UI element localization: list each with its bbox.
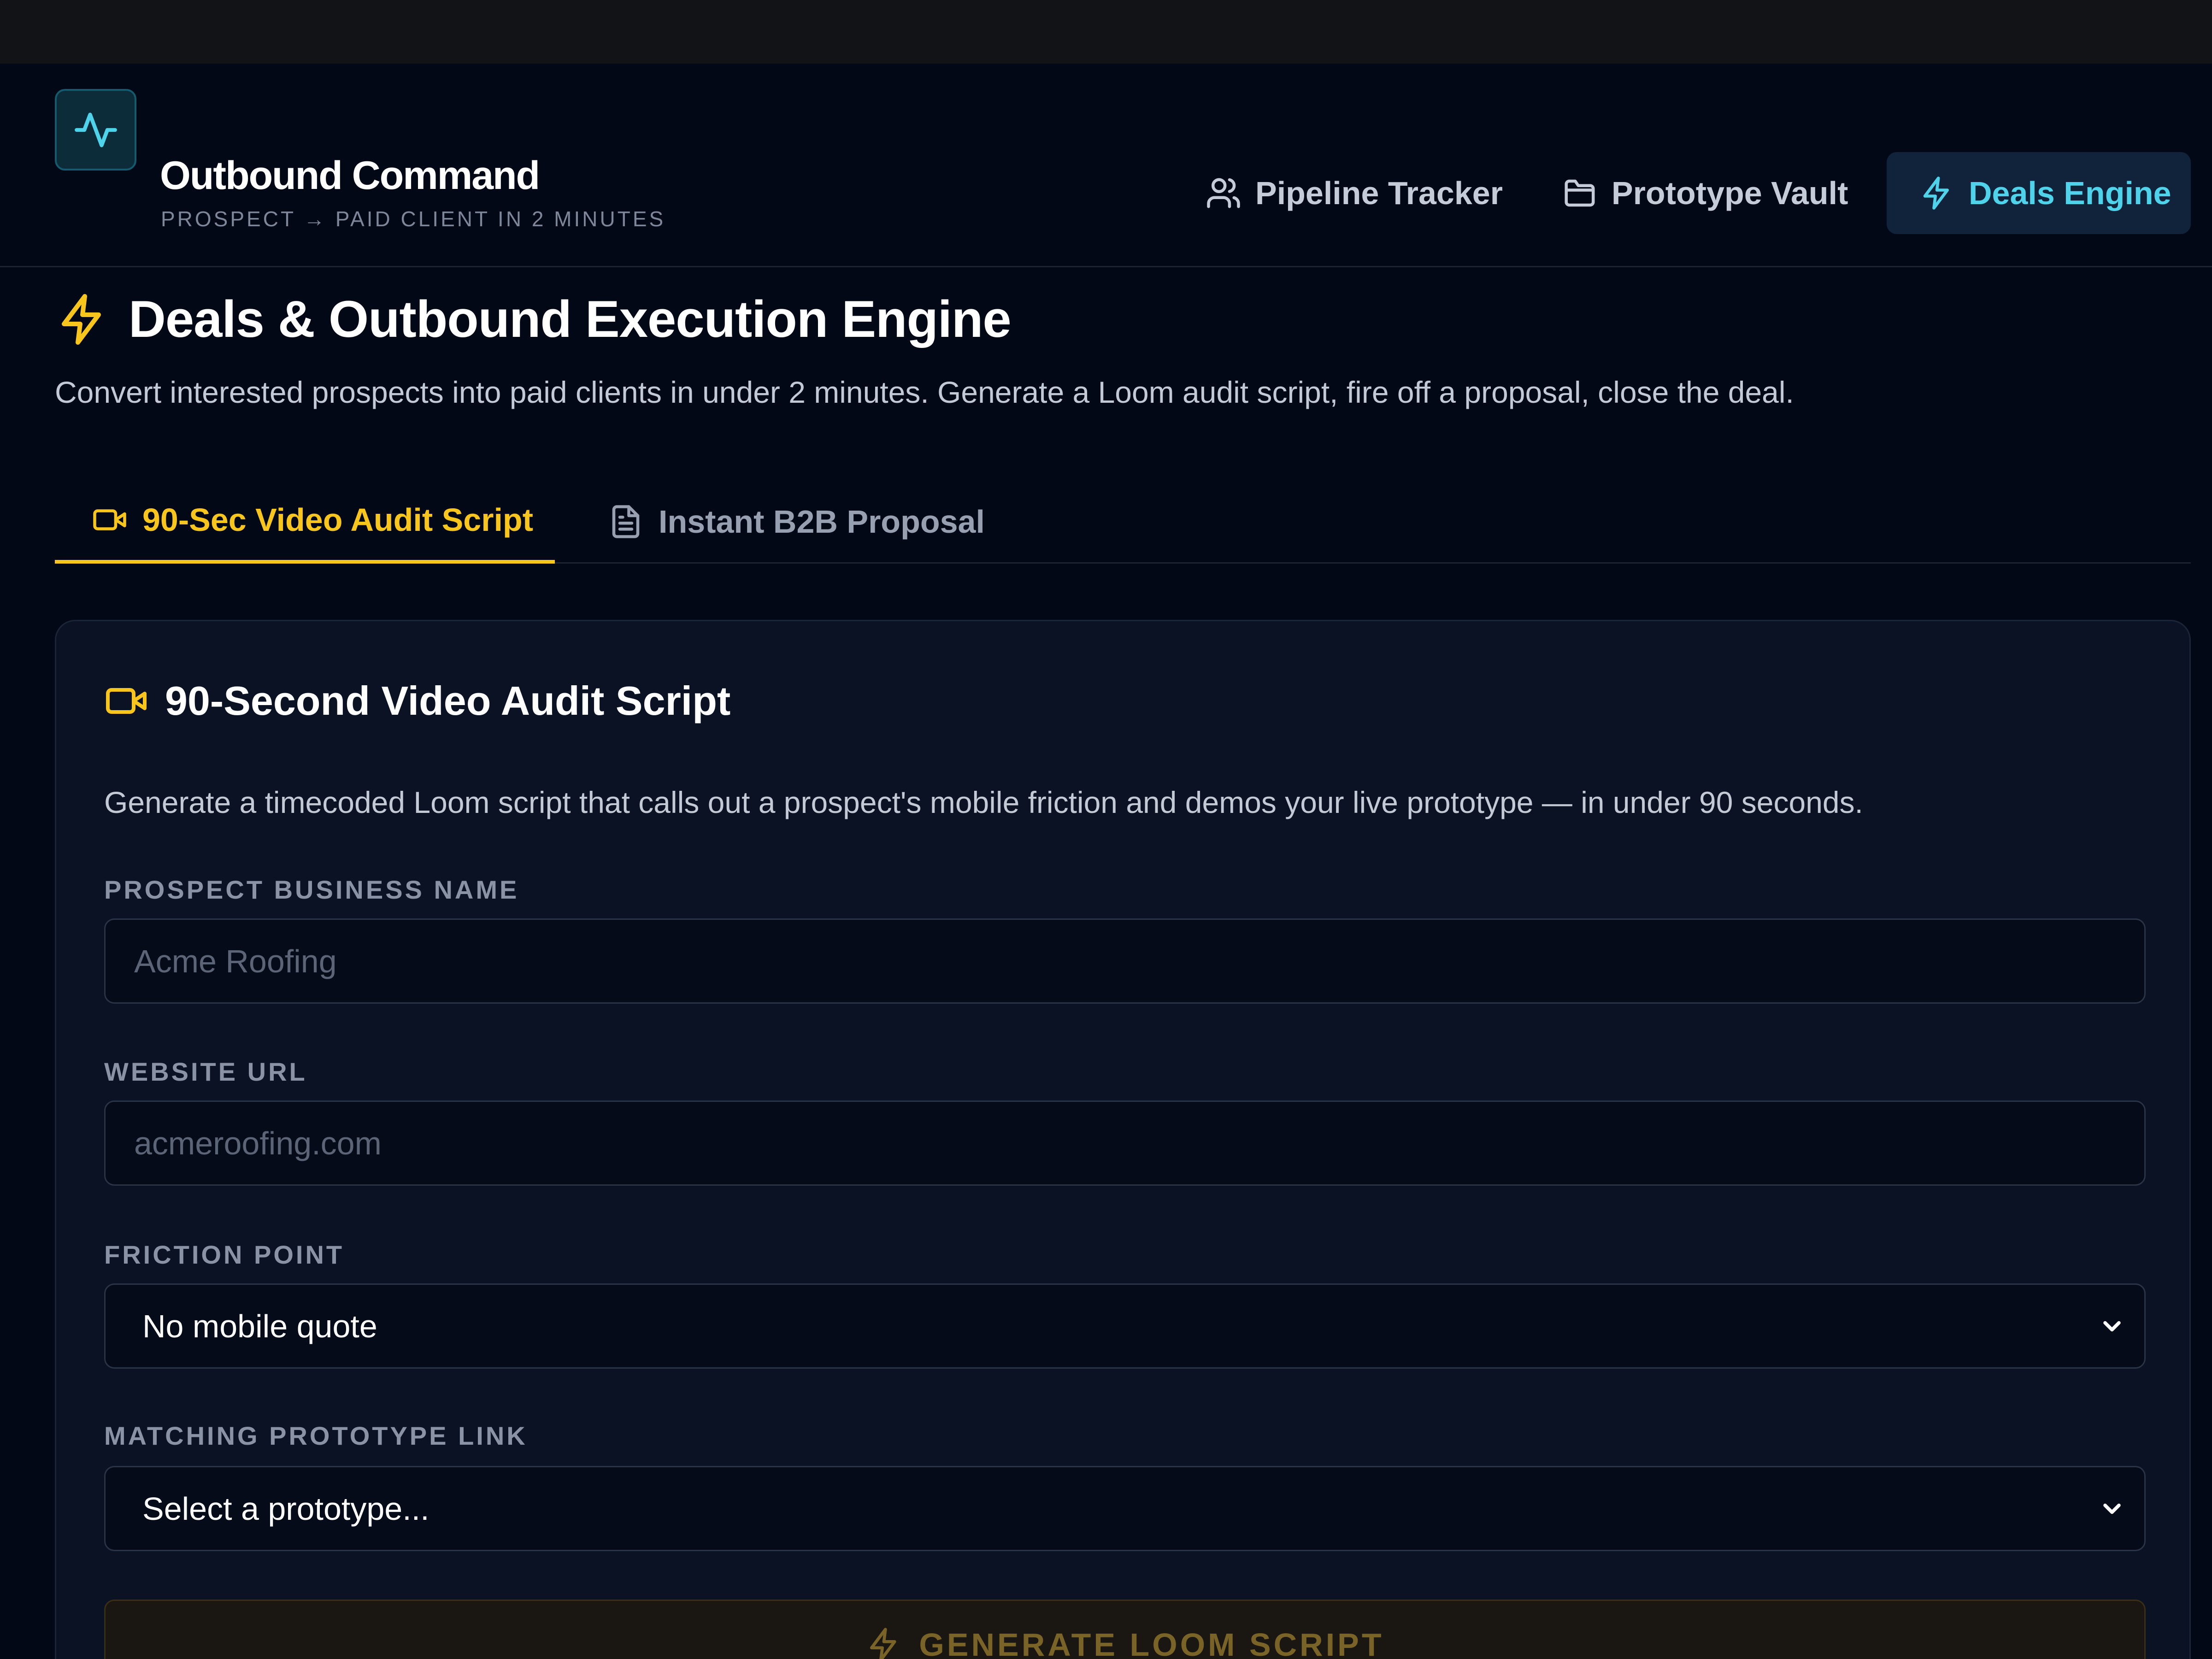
prototype-link-select[interactable]: Select a prototype... xyxy=(104,1466,2146,1551)
tab-video-audit-script[interactable]: 90-Sec Video Audit Script xyxy=(55,479,555,564)
prototype-link-value: Select a prototype... xyxy=(142,1490,429,1527)
nav-prototype-vault[interactable]: Prototype Vault xyxy=(1562,152,1848,234)
users-icon xyxy=(1207,178,1240,208)
friction-point-label: FRICTION POINT xyxy=(104,1240,345,1269)
friction-point-value: No mobile quote xyxy=(142,1308,377,1344)
window-top-bar xyxy=(0,0,2212,64)
website-url-input[interactable] xyxy=(104,1100,2146,1186)
brand-title: Outbound Command xyxy=(160,153,540,198)
document-icon xyxy=(612,505,640,538)
video-audit-card: 90-Second Video Audit Script Generate a … xyxy=(55,620,2191,1659)
lightning-icon xyxy=(1923,176,1949,210)
brand-subtitle: PROSPECT → PAID CLIENT IN 2 MINUTES xyxy=(161,207,666,231)
nav-vault-label: Prototype Vault xyxy=(1612,175,1848,211)
prototype-link-label: MATCHING PROTOTYPE LINK xyxy=(104,1421,528,1450)
chevron-down-icon xyxy=(2103,1321,2121,1331)
brand-logo[interactable] xyxy=(55,89,136,171)
business-name-label: PROSPECT BUSINESS NAME xyxy=(104,875,519,904)
activity-pulse-icon xyxy=(74,112,117,147)
video-camera-icon xyxy=(93,509,126,530)
website-url-label: WEBSITE URL xyxy=(104,1057,307,1086)
tab-bar: 90-Sec Video Audit Script Instant B2B Pr… xyxy=(55,479,2191,564)
generate-loom-script-button[interactable]: GENERATE LOOM SCRIPT xyxy=(104,1600,2146,1659)
card-header: 90-Second Video Audit Script xyxy=(104,679,730,723)
page-description: Convert interested prospects into paid c… xyxy=(55,375,1794,409)
nav-pipeline-label: Pipeline Tracker xyxy=(1255,175,1503,211)
lightning-icon xyxy=(870,1628,897,1659)
card-title: 90-Second Video Audit Script xyxy=(165,678,731,724)
lightning-icon xyxy=(62,294,101,345)
chevron-down-icon xyxy=(2103,1503,2121,1514)
nav-pipeline-tracker[interactable]: Pipeline Tracker xyxy=(1206,152,1503,234)
card-description: Generate a timecoded Loom script that ca… xyxy=(104,785,1863,819)
friction-point-select[interactable]: No mobile quote xyxy=(104,1283,2146,1369)
business-name-input[interactable] xyxy=(104,918,2146,1004)
folder-icon xyxy=(1565,179,1595,207)
page-title-row: Deals & Outbound Execution Engine xyxy=(55,290,1012,348)
tab-proposal-label: Instant B2B Proposal xyxy=(659,503,985,540)
generate-button-label: GENERATE LOOM SCRIPT xyxy=(919,1627,1384,1659)
nav-deals-label: Deals Engine xyxy=(1969,175,2171,211)
nav-deals-engine[interactable]: Deals Engine xyxy=(1887,152,2191,234)
page-title: Deals & Outbound Execution Engine xyxy=(129,290,1012,348)
tab-video-label: 90-Sec Video Audit Script xyxy=(142,501,533,538)
video-camera-icon xyxy=(106,688,147,714)
tab-b2b-proposal[interactable]: Instant B2B Proposal xyxy=(608,479,985,564)
